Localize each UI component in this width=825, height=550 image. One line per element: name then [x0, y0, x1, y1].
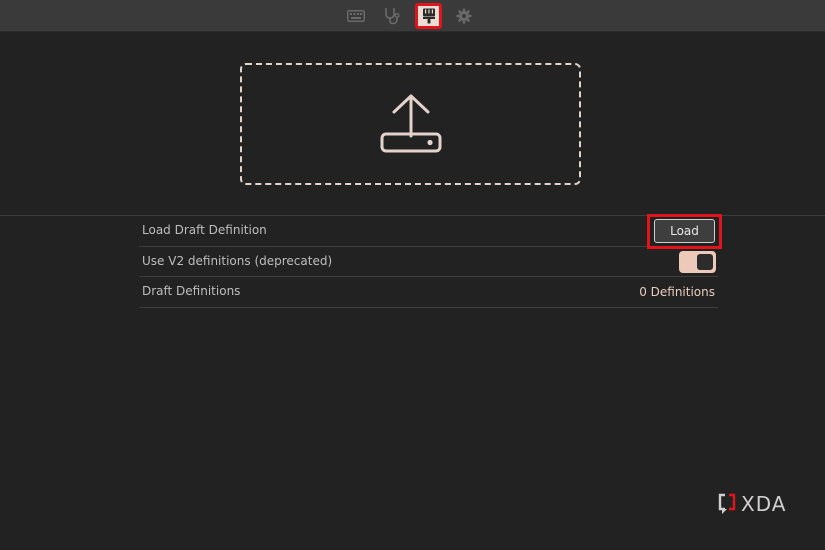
- setting-row-load-draft: Load Draft Definition: [139, 216, 718, 247]
- v2-definitions-toggle[interactable]: [679, 251, 716, 273]
- gear-icon[interactable]: [454, 6, 474, 26]
- draft-definitions-label: Draft Definitions: [142, 284, 241, 298]
- file-drop-zone[interactable]: [240, 63, 581, 185]
- setting-row-draft-definitions: Draft Definitions 0 Definitions: [139, 277, 718, 308]
- keyboard-icon[interactable]: [346, 6, 366, 26]
- xda-watermark: XDA: [718, 492, 787, 516]
- app-window: Load Draft Definition Load Use V2 defini…: [0, 0, 825, 550]
- stethoscope-icon[interactable]: [382, 6, 402, 26]
- draft-definitions-count: 0 Definitions: [639, 285, 715, 299]
- load-draft-label: Load Draft Definition: [142, 223, 267, 237]
- setting-row-v2-definitions: Use V2 definitions (deprecated): [139, 247, 718, 277]
- v2-definitions-label: Use V2 definitions (deprecated): [142, 254, 333, 268]
- toggle-knob: [697, 254, 713, 270]
- paintbrush-icon[interactable]: [415, 3, 442, 29]
- load-button[interactable]: Load: [654, 219, 715, 243]
- watermark-text: XDA: [741, 492, 787, 516]
- upload-icon: [380, 94, 441, 153]
- top-toolbar: [0, 0, 825, 32]
- xda-logo-icon: [718, 493, 736, 514]
